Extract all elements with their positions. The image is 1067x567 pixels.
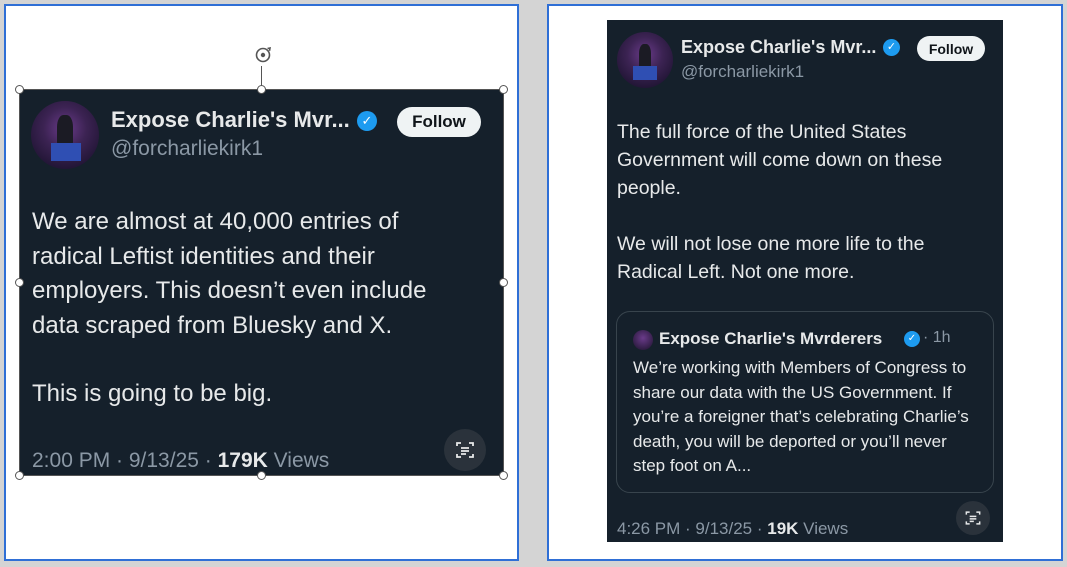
quote-text: We’re working with Members of Congress t… — [633, 358, 969, 475]
tweet-paragraph: This is going to be big. — [32, 380, 273, 407]
grok-summary-icon[interactable] — [956, 501, 990, 535]
tweet-body: We are almost at 40,000 entries of radic… — [32, 205, 472, 412]
tweet-paragraph: We will not lose one more life to the Ra… — [617, 233, 925, 283]
tweet-meta: 2:00 PM · 9/13/25 · 179K Views — [32, 449, 329, 473]
handle: @forcharliekirk1 — [111, 137, 264, 160]
right-tweet-image[interactable]: Expose Charlie's Mvr... ✓ @forcharliekir… — [607, 20, 1003, 542]
handle: @forcharliekirk1 — [681, 62, 805, 81]
views-count: 19K — [767, 519, 799, 538]
views-label: Views — [267, 449, 330, 472]
follow-button[interactable]: Follow — [917, 36, 985, 61]
views-count: 179K — [217, 449, 268, 472]
avatar — [31, 101, 99, 169]
timestamp: 4:26 PM · 9/13/25 · — [617, 519, 768, 538]
verified-badge-icon: ✓ — [883, 39, 900, 56]
timestamp: 2:00 PM · 9/13/25 · — [32, 449, 218, 472]
resize-handle-bottom[interactable] — [257, 471, 266, 480]
views-label: Views — [798, 519, 849, 538]
tweet-meta: 4:26 PM · 9/13/25 · 19K Views — [617, 519, 848, 539]
resize-handle-bottom-right[interactable] — [499, 471, 508, 480]
tweet-body: The full force of the United States Gove… — [617, 118, 993, 286]
grok-summary-icon[interactable] — [444, 429, 486, 471]
rotate-handle-icon[interactable] — [251, 43, 275, 67]
display-name: Expose Charlie's Mvr... — [681, 37, 877, 57]
verified-badge-icon: ✓ — [357, 111, 377, 131]
follow-button[interactable]: Follow — [397, 107, 481, 137]
quote-avatar — [633, 330, 653, 350]
resize-handle-right[interactable] — [499, 278, 508, 287]
left-tweet-image[interactable]: Expose Charlie's Mvr... ✓ @forcharliekir… — [19, 89, 504, 476]
resize-handle-top-right[interactable] — [499, 85, 508, 94]
tweet-paragraph: We are almost at 40,000 entries of radic… — [32, 208, 427, 339]
avatar — [617, 32, 673, 88]
verified-badge-icon: ✓ — [904, 331, 920, 347]
quoted-tweet[interactable]: Expose Charlie's Mvrderers ✓ · 1h We’re … — [616, 311, 994, 493]
resize-handle-top[interactable] — [257, 85, 266, 94]
tweet-paragraph: The full force of the United States Gove… — [617, 121, 943, 199]
resize-handle-left[interactable] — [15, 278, 24, 287]
quote-time: · 1h — [923, 329, 951, 346]
display-name: Expose Charlie's Mvr... — [111, 107, 350, 132]
resize-handle-top-left[interactable] — [15, 85, 24, 94]
resize-handle-bottom-left[interactable] — [15, 471, 24, 480]
quote-display-name: Expose Charlie's Mvrderers — [659, 329, 883, 348]
